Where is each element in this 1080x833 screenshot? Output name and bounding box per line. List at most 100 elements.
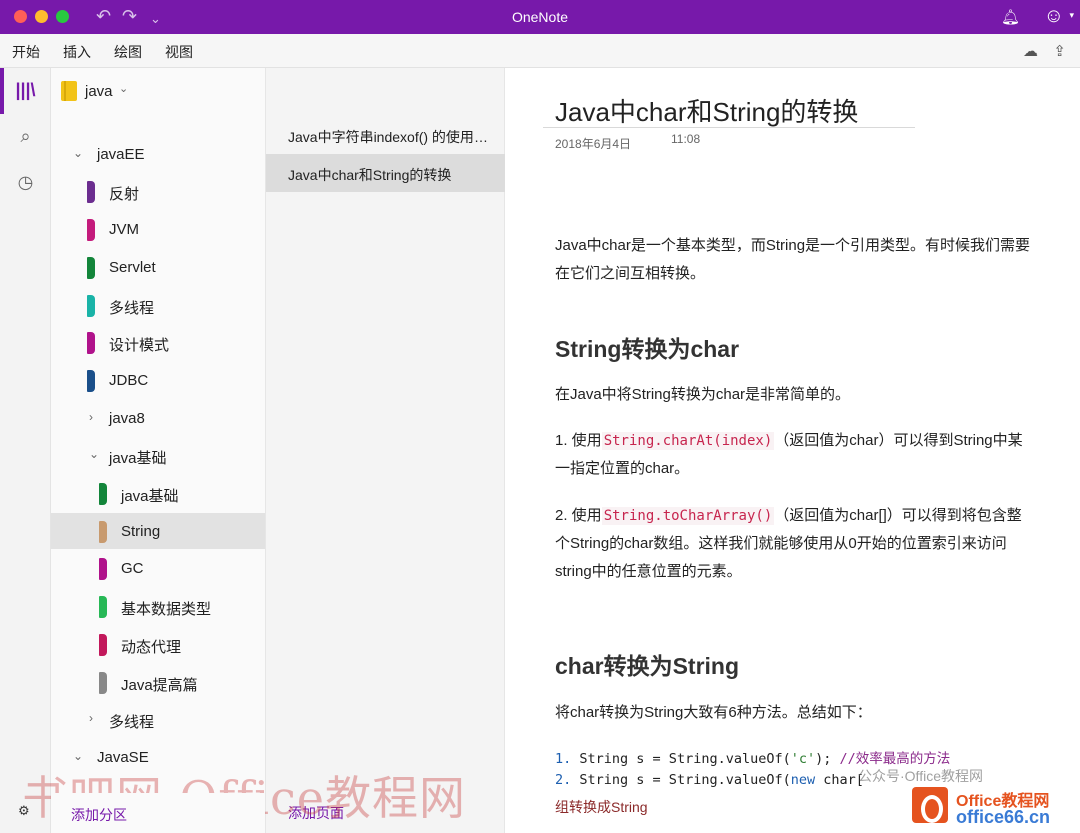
title-divider (543, 127, 915, 128)
section-item[interactable]: Servlet (51, 249, 265, 285)
chevron-down-icon[interactable]: ⌄ (89, 447, 99, 461)
chevron-down-icon[interactable]: ⌄ (73, 146, 83, 160)
bell-icon[interactable]: 🔔︎ (1001, 8, 1020, 26)
chevron-down-icon[interactable]: ⌄ (73, 749, 83, 763)
section-item[interactable]: Java提高篇 (51, 664, 265, 700)
tab-insert[interactable]: 插入 (63, 42, 91, 62)
heading-string-to-char[interactable]: String转换为char (555, 330, 739, 364)
gear-icon[interactable]: ⚙ (18, 803, 30, 819)
section-item[interactable]: 设计模式 (51, 324, 265, 360)
sync-icon[interactable]: ☁ (1023, 42, 1038, 60)
page-item[interactable]: Java中字符串indexof() 的使用方法 (266, 116, 505, 154)
list-item-text: 一指定位置的char。 (555, 460, 690, 477)
add-section-link[interactable]: 添加分区 (71, 805, 127, 825)
page-item-label: Java中char和String的转换 (288, 167, 452, 183)
section-label: 设计模式 (109, 337, 170, 355)
heading-char-to-string[interactable]: char转换为String (555, 647, 739, 681)
chevron-down-icon[interactable]: ▾ (1069, 10, 1074, 21)
chevron-right-icon[interactable]: › (89, 711, 93, 725)
share-icon[interactable]: ⇪ (1053, 42, 1066, 60)
section-color-tab (99, 520, 107, 543)
office-logo-icon (912, 787, 948, 823)
page-item-selected[interactable]: Java中char和String的转换 (266, 154, 505, 192)
sections-footer: 添加分区 (51, 793, 265, 833)
code-keyword: new (790, 772, 816, 788)
section-label: java基础 (121, 488, 179, 505)
section-color-tab (99, 558, 107, 581)
section-label: javaEE (97, 145, 145, 163)
list-item-1[interactable]: 1. 使用 String.charAt(index) （返回值为char）可以得到S… (555, 427, 1060, 483)
list-item-text: string中的任意位置的元素。 (555, 563, 742, 580)
section-group[interactable]: ⌄ java基础 (51, 437, 265, 473)
code-line-number: 2. (555, 772, 572, 788)
code-comment: //效率最高的方法 (839, 751, 951, 767)
section-group[interactable]: › java8 (51, 400, 265, 436)
notebook-icon (61, 81, 77, 101)
code-line-2[interactable]: 2. String s = String.valueOf(new char[ (555, 772, 864, 788)
code-string: 'c' (790, 751, 816, 767)
section-item[interactable]: 反射 (51, 173, 265, 209)
section-color-tab (87, 369, 95, 392)
note-canvas[interactable]: Java中char和String的转换 2018年6月4日 11:08 Java… (505, 68, 1080, 833)
section-label: 反射 (109, 186, 140, 204)
chevron-right-icon[interactable]: › (89, 410, 93, 424)
section-color-tab (99, 483, 107, 505)
page-title[interactable]: Java中char和String的转换 (555, 92, 858, 129)
recent-icon[interactable]: ◷ (0, 172, 51, 193)
section-label: GC (121, 560, 144, 578)
section-item[interactable]: 基本数据类型 (51, 588, 265, 624)
inline-code: String.toCharArray() (601, 507, 775, 525)
section-group[interactable]: ⌄ javaEE (51, 136, 265, 172)
watermark-text: office66.cn (956, 807, 1051, 827)
tab-draw[interactable]: 绘图 (114, 42, 142, 62)
search-icon[interactable]: ⌕ (0, 126, 51, 147)
section-color-tab (87, 332, 95, 355)
list-item-text: 1. 使用 (555, 432, 602, 449)
tab-view[interactable]: 视图 (165, 42, 193, 62)
section-item[interactable]: JDBC (51, 362, 265, 398)
section-item[interactable]: 多线程 (51, 287, 265, 323)
section-label: 动态代理 (121, 638, 182, 656)
title-bar: ↶ ↷ ⌄ OneNote 🔔︎ ☺ ▾ (0, 0, 1080, 34)
paragraph[interactable]: 在Java中将String转换为char是非常简单的。 (555, 381, 1060, 409)
section-label: java基础 (109, 450, 167, 468)
page-item-label: Java中字符串indexof() 的使用方法 (288, 129, 488, 145)
section-item[interactable]: JVM (51, 211, 265, 247)
section-item[interactable]: 动态代理 (51, 626, 265, 662)
code-text: String s = String.valueOf( (579, 751, 791, 767)
code-line-1[interactable]: 1. String s = String.valueOf('c'); //效率最… (555, 747, 950, 767)
section-label: java8 (109, 409, 145, 427)
section-item[interactable]: GC (51, 550, 265, 586)
code-text: ); (815, 751, 832, 767)
code-text: String s = String.valueOf( (579, 772, 791, 788)
menu-bar: 开始 插入 绘图 视图 ☁ ⇪ (0, 34, 1080, 68)
code-continuation: 组转换成String (555, 799, 648, 815)
tab-home[interactable]: 开始 (12, 42, 40, 62)
smiley-icon[interactable]: ☺ (1044, 6, 1064, 26)
chevron-down-icon: ⌄ (119, 83, 129, 95)
section-item[interactable]: String (51, 512, 265, 549)
section-color-tab (87, 181, 95, 204)
navigation-rail: |||\ ⌕ ◷ (0, 68, 51, 833)
notebook-switcher[interactable]: java ⌄ (51, 68, 265, 114)
office-logo-watermark: Office教程网 office66.cn (912, 783, 1072, 829)
section-color-tab (87, 256, 95, 279)
app-title: OneNote (511, 9, 569, 25)
notebook-name: java (85, 83, 113, 100)
section-label: JDBC (109, 371, 149, 389)
notebooks-icon[interactable]: |||\ (0, 80, 51, 101)
list-item-2[interactable]: 2. 使用 String.toCharArray() （返回值为char[]）可以得… (555, 502, 1060, 586)
list-item-text: （返回值为char）可以得到String中某 (774, 432, 1023, 449)
paragraph[interactable]: 将char转换为String大致有6种方法。总结如下： (555, 699, 1060, 727)
list-item-text: 个String的char数组。这样我们就能够使用从0开始的位置索引来访问 (555, 535, 1007, 552)
section-label: 基本数据类型 (121, 601, 212, 619)
section-color-tab (99, 596, 107, 619)
section-group[interactable]: › 多线程 (51, 701, 265, 737)
section-item[interactable]: java基础 (51, 475, 265, 511)
inline-code: String.charAt(index) (601, 432, 775, 450)
intro-line-2: 在它们之间互相转换。 (555, 265, 706, 282)
list-item-text: （返回值为char[]）可以得到将包含整 (774, 507, 1022, 524)
intro-paragraph[interactable]: Java中char是一个基本类型，而String是一个引用类型。有时候我们需要 … (555, 232, 1060, 288)
section-label: 多线程 (109, 299, 155, 317)
section-color-tab (87, 219, 95, 242)
